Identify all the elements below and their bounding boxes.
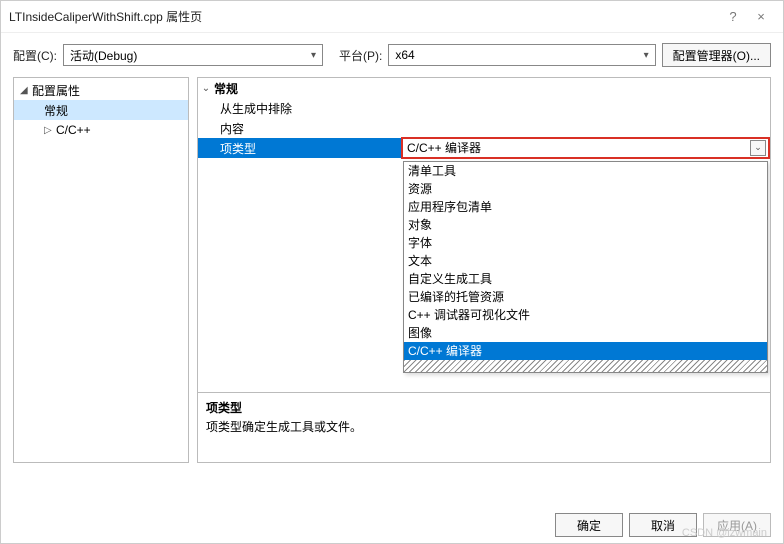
platform-label: 平台(P): xyxy=(339,47,382,64)
prop-value-cell: C/C++ 编译器 ⌄ 清单工具资源应用程序包清单对象字体文本自定义生成工具已编… xyxy=(402,138,770,158)
collapse-icon: ◢ xyxy=(20,85,32,96)
desc-title: 项类型 xyxy=(206,399,762,416)
prop-row-itemtype[interactable]: 项类型 C/C++ 编译器 ⌄ 清单工具资源应用程序包清单对象字体文本自定义生成… xyxy=(198,138,770,158)
left-tree: ◢ 配置属性 常规 ▷ C/C++ xyxy=(13,77,189,463)
prop-name: 从生成中排除 xyxy=(198,98,402,118)
dropdown-option[interactable]: 已编译的托管资源 xyxy=(404,288,767,306)
category-row[interactable]: ⌄ 常规 xyxy=(198,78,770,98)
dropdown-option[interactable]: C/C++ 编译器 xyxy=(404,342,767,360)
apply-button: 应用(A) xyxy=(703,513,771,537)
itemtype-combo[interactable]: C/C++ 编译器 ⌄ 清单工具资源应用程序包清单对象字体文本自定义生成工具已编… xyxy=(401,137,770,159)
main-area: ◢ 配置属性 常规 ▷ C/C++ ⌄ 常规 从生成中排除 内容 xyxy=(1,77,783,503)
tree-root-label: 配置属性 xyxy=(32,82,80,99)
chevron-down-icon: ▾ xyxy=(311,50,316,61)
desc-text: 项类型确定生成工具或文件。 xyxy=(206,418,762,435)
tree-item-general[interactable]: 常规 xyxy=(14,100,188,120)
prop-value[interactable] xyxy=(402,98,770,118)
config-manager-button[interactable]: 配置管理器(O)... xyxy=(662,43,771,67)
dropdown-option[interactable]: 清单工具 xyxy=(404,162,767,180)
prop-value[interactable] xyxy=(402,118,770,138)
chevron-down-icon[interactable]: ⌄ xyxy=(750,140,766,156)
dropdown-option[interactable]: 图像 xyxy=(404,324,767,342)
platform-value: x64 xyxy=(395,48,414,62)
footer-buttons: 确定 取消 应用(A) xyxy=(555,513,771,537)
window-title: LTInsideCaliperWithShift.cpp 属性页 xyxy=(9,8,719,25)
dropdown-option[interactable]: 应用程序包清单 xyxy=(404,198,767,216)
prop-row-content[interactable]: 内容 xyxy=(198,118,770,138)
config-value: 活动(Debug) xyxy=(70,47,137,64)
combo-value: C/C++ 编译器 xyxy=(407,139,481,156)
help-icon[interactable]: ? xyxy=(719,3,747,31)
resize-grip[interactable] xyxy=(404,360,767,372)
prop-name: 项类型 xyxy=(198,138,402,158)
dropdown-option[interactable]: 自定义生成工具 xyxy=(404,270,767,288)
dropdown-option[interactable]: 对象 xyxy=(404,216,767,234)
description-box: 项类型 项类型确定生成工具或文件。 xyxy=(198,392,770,462)
tree-root-item[interactable]: ◢ 配置属性 xyxy=(14,80,188,100)
prop-name: 内容 xyxy=(198,118,402,138)
dropdown-option[interactable]: C++ 调试器可视化文件 xyxy=(404,306,767,324)
right-panel: ⌄ 常规 从生成中排除 内容 项类型 C/C++ 编译器 ⌄ 清单工具资源应用程… xyxy=(197,77,771,463)
tree-item-cpp[interactable]: ▷ C/C++ xyxy=(14,120,188,140)
titlebar: LTInsideCaliperWithShift.cpp 属性页 ? × xyxy=(1,1,783,33)
config-row: 配置(C): 活动(Debug) ▾ 平台(P): x64 ▾ 配置管理器(O)… xyxy=(1,33,783,77)
config-select[interactable]: 活动(Debug) ▾ xyxy=(63,44,323,66)
cancel-button[interactable]: 取消 xyxy=(629,513,697,537)
dropdown-option[interactable]: 资源 xyxy=(404,180,767,198)
dropdown-option[interactable]: 文本 xyxy=(404,252,767,270)
chevron-down-icon: ▾ xyxy=(644,50,649,61)
property-grid: ⌄ 常规 从生成中排除 内容 项类型 C/C++ 编译器 ⌄ 清单工具资源应用程… xyxy=(198,78,770,392)
category-label: 常规 xyxy=(214,80,238,97)
collapse-icon: ⌄ xyxy=(198,83,214,94)
expand-icon: ▷ xyxy=(44,125,56,136)
config-label: 配置(C): xyxy=(13,47,57,64)
tree-item-label: 常规 xyxy=(44,102,68,119)
platform-select[interactable]: x64 ▾ xyxy=(388,44,655,66)
tree-item-label: C/C++ xyxy=(56,123,91,137)
prop-row-exclude[interactable]: 从生成中排除 xyxy=(198,98,770,118)
dropdown-option[interactable]: 字体 xyxy=(404,234,767,252)
close-icon[interactable]: × xyxy=(747,3,775,31)
itemtype-dropdown: 清单工具资源应用程序包清单对象字体文本自定义生成工具已编译的托管资源C++ 调试… xyxy=(403,161,768,373)
ok-button[interactable]: 确定 xyxy=(555,513,623,537)
